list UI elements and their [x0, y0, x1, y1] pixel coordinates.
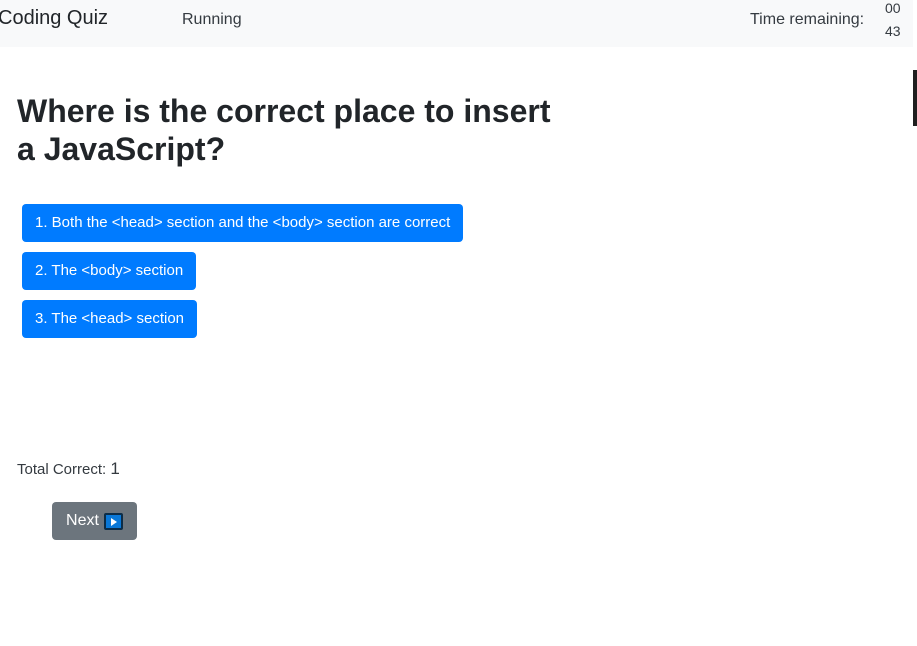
brand-title[interactable]: Coding Quiz — [0, 7, 108, 30]
timer-minutes: 00 — [885, 0, 901, 16]
answer-button-3[interactable]: 3. The <head> section — [22, 300, 198, 338]
quiz-page: Coding Quiz Running Time remaining: 00 4… — [0, 0, 917, 646]
answer-list: 1. Both the <head> section and the <body… — [22, 204, 464, 348]
score-label: Total Correct: — [17, 461, 107, 478]
question-text: Where is the correct place to insert a J… — [17, 93, 551, 167]
score-value: 1 — [110, 459, 120, 478]
next-button-label: Next — [66, 512, 99, 529]
top-navbar: Coding Quiz Running Time remaining: 00 4… — [0, 0, 913, 47]
score-display: Total Correct: 1 — [17, 459, 120, 479]
answer-button-1[interactable]: 1. Both the <head> section and the <body… — [22, 204, 464, 242]
quiz-status: Running — [182, 11, 242, 28]
play-icon — [103, 512, 123, 530]
timer-seconds: 43 — [885, 23, 901, 39]
time-remaining-label: Time remaining: — [750, 11, 865, 28]
page-scrollbar-thumb[interactable] — [913, 70, 917, 126]
next-button[interactable]: Next — [52, 502, 137, 540]
answer-button-2[interactable]: 2. The <body> section — [22, 252, 197, 290]
